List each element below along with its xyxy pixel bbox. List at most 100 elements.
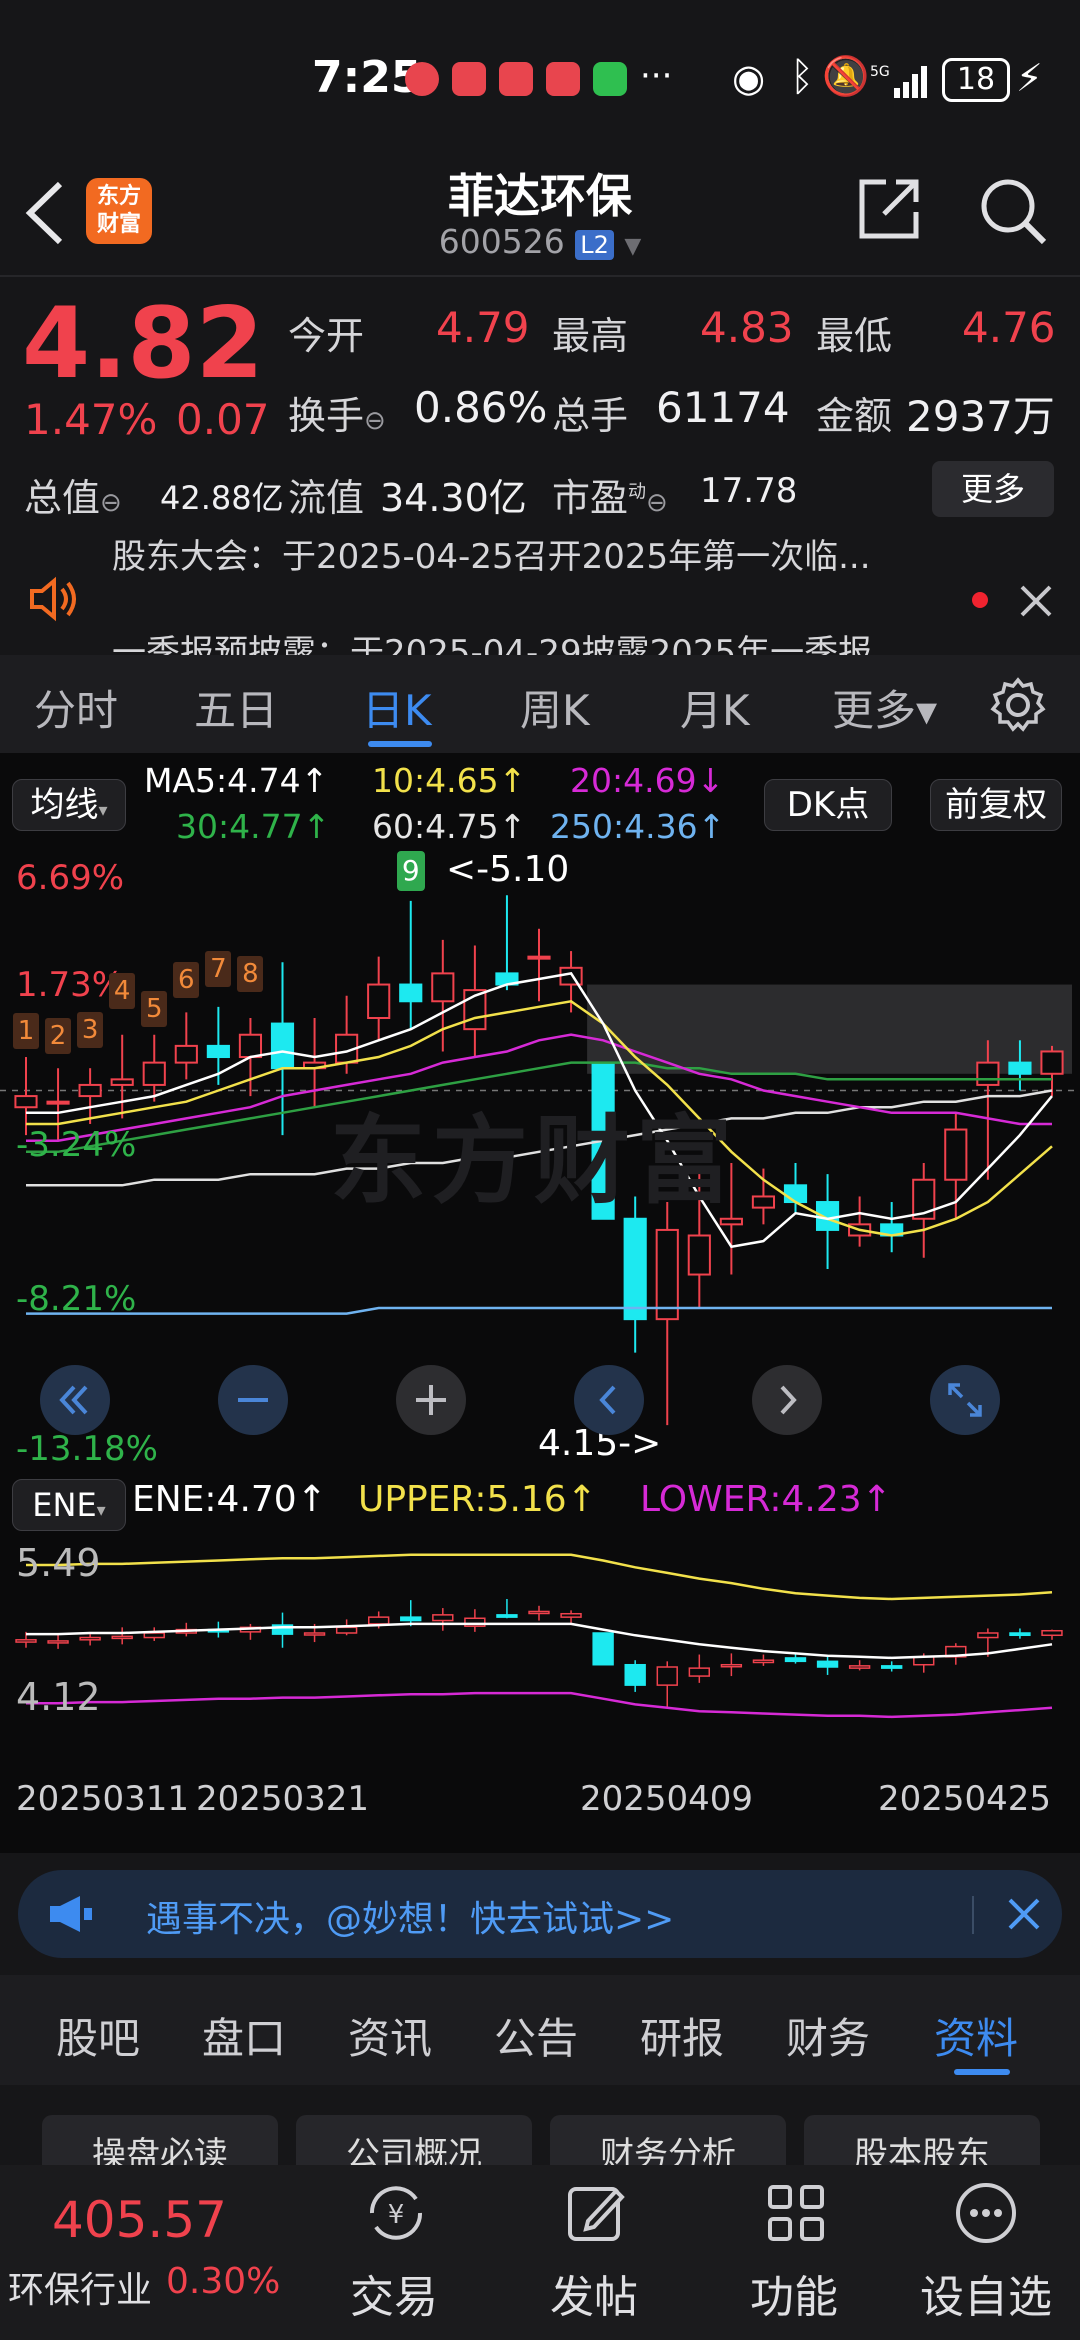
tab-announcements[interactable]: 公告 xyxy=(494,2005,578,2066)
tab-news[interactable]: 资讯 xyxy=(348,2005,432,2066)
change-amount: 0.07 xyxy=(176,395,270,444)
chart-settings-button[interactable] xyxy=(990,677,1046,733)
minus-icon xyxy=(238,1398,268,1402)
next-button[interactable] xyxy=(752,1365,822,1435)
more-notifications-icon: ··· xyxy=(640,56,673,96)
wechat-icon xyxy=(593,62,627,96)
charging-icon: ⚡ xyxy=(1016,56,1043,100)
share-icon xyxy=(859,179,919,239)
ene-candle-body xyxy=(400,1616,422,1622)
candle-body xyxy=(527,955,551,960)
ene-candle-body xyxy=(720,1663,743,1668)
dk-point-button[interactable]: DK点 xyxy=(764,779,892,831)
market-cap-label: 总值⊖ xyxy=(24,476,122,520)
close-news-button[interactable] xyxy=(1016,581,1056,621)
high-label: 最高 xyxy=(552,314,629,358)
candle-body xyxy=(655,1228,679,1321)
post-button[interactable]: 发帖 xyxy=(510,2165,680,2340)
axis-label-middle: -3.24% xyxy=(16,1125,137,1165)
td-signal-number: 3 xyxy=(77,1012,104,1049)
info-icon[interactable]: ⊖ xyxy=(364,406,386,436)
amount-label: 金额 xyxy=(816,394,893,438)
tab-weekly-k[interactable]: 周K xyxy=(520,677,590,738)
ene-candle-body xyxy=(688,1667,711,1677)
ma-selector-button[interactable]: 均线▾ xyxy=(12,779,126,831)
grid-icon xyxy=(768,2185,824,2241)
industry-index-change: 0.30% xyxy=(166,2261,281,2302)
news-line[interactable]: 股东大会：于2025-04-25召开2025年第一次临... xyxy=(112,537,871,578)
sub-button-financial-analysis[interactable]: 财务分析 xyxy=(550,2115,786,2165)
tab-research[interactable]: 研报 xyxy=(640,2005,724,2066)
tab-timeshare[interactable]: 分时 xyxy=(34,677,118,738)
tab-more[interactable]: 更多▾ xyxy=(832,677,937,738)
tab-orderbook[interactable]: 盘口 xyxy=(202,2005,286,2066)
more-button[interactable]: 更多 xyxy=(932,461,1054,517)
industry-index-name: 环保行业 xyxy=(8,2270,153,2311)
ad-divider xyxy=(972,1896,974,1934)
news-line[interactable]: 一季报预披露：于2025-04-29披露2025年一季报 xyxy=(112,625,872,655)
amount-value: 2937万 xyxy=(906,392,1055,441)
close-icon xyxy=(1008,1898,1040,1930)
float-cap-label: 流值 xyxy=(288,476,365,520)
functions-label: 功能 xyxy=(750,2272,838,2323)
ene-candle-body xyxy=(143,1632,165,1639)
pe-label: 市盈动⊖ xyxy=(552,476,668,520)
candle-body xyxy=(1008,1061,1032,1075)
lower-value: LOWER:4.23↑ xyxy=(640,1479,892,1520)
bluetooth-icon: ᛒ xyxy=(790,54,814,100)
tab-finance[interactable]: 财务 xyxy=(786,2005,870,2066)
current-price: 4.82 xyxy=(22,287,264,401)
info-icon[interactable]: ⊖ xyxy=(646,488,668,518)
candle-body xyxy=(399,983,423,1003)
ene-candle-body xyxy=(15,1639,37,1643)
signal-icon: 5G xyxy=(870,62,934,98)
functions-button[interactable]: 功能 xyxy=(710,2165,880,2340)
volume-value: 61174 xyxy=(656,383,790,432)
level2-badge: L2 xyxy=(575,230,614,260)
ad-text[interactable]: 遇事不决，@妙想！快去试试>> xyxy=(146,1890,674,1942)
ene-candle-body xyxy=(1041,1629,1063,1637)
trade-button[interactable]: ¥ 交易 xyxy=(310,2165,480,2340)
prev-button[interactable] xyxy=(574,1365,644,1435)
sub-button-company-overview[interactable]: 公司概况 xyxy=(296,2115,532,2165)
info-tabs: 股吧 盘口 资讯 公告 研报 财务 资料 xyxy=(0,1975,1080,2085)
close-ad-button[interactable] xyxy=(1004,1894,1044,1934)
tab-profile[interactable]: 资料 xyxy=(934,2005,1018,2066)
status-bar: 7:25 ··· ◉ ᛒ 🔕 5G 18 ⚡ xyxy=(0,0,1080,160)
tab-forum[interactable]: 股吧 xyxy=(56,2005,140,2066)
open-label: 今开 xyxy=(288,314,365,358)
ene-candle-body xyxy=(624,1663,646,1686)
search-button[interactable] xyxy=(978,176,1048,246)
turnover-label: 换手⊖ xyxy=(288,394,386,438)
ene-indicator-chart[interactable] xyxy=(0,1538,1080,1728)
add-watchlist-button[interactable]: 设自选 xyxy=(890,2165,1080,2340)
ad-banner[interactable]: 遇事不决，@妙想！快去试试>> xyxy=(18,1870,1062,1958)
candle-body xyxy=(367,983,391,1020)
float-cap-value: 34.30亿 xyxy=(380,476,527,520)
battery-icon: 18 xyxy=(942,58,1010,102)
tab-monthly-k[interactable]: 月K xyxy=(680,677,750,738)
industry-index-widget[interactable]: 405.57 环保行业 0.30% xyxy=(0,2165,290,2340)
ma30-value: 30:4.77↑ xyxy=(176,807,331,846)
info-icon[interactable]: ⊖ xyxy=(100,488,122,518)
app-notification-icon xyxy=(452,62,486,96)
chevron-left-icon xyxy=(599,1385,616,1415)
indicator-selector-button[interactable]: ENE▾ xyxy=(12,1479,126,1531)
app-notification-icon xyxy=(405,62,439,96)
tab-daily-k[interactable]: 日K xyxy=(362,677,432,738)
ene-candle-body xyxy=(880,1665,903,1669)
volume-label: 总手 xyxy=(552,394,629,438)
ma20-value: 20:4.69↓ xyxy=(570,761,725,800)
news-ticker[interactable]: 股东大会：于2025-04-25召开2025年第一次临... 一季报预披露：于2… xyxy=(0,537,1080,655)
sub-button-must-read[interactable]: 操盘必读 xyxy=(42,2115,278,2165)
zoom-out-button[interactable] xyxy=(218,1365,288,1435)
share-button[interactable] xyxy=(856,176,922,242)
zoom-in-button[interactable] xyxy=(396,1365,466,1435)
tab-five-day[interactable]: 五日 xyxy=(194,677,278,738)
adjust-price-button[interactable]: 前复权 xyxy=(930,779,1062,831)
fast-back-button[interactable] xyxy=(40,1365,110,1435)
sub-button-shareholders[interactable]: 股本股东 xyxy=(804,2115,1040,2165)
ene-candle-body xyxy=(560,1612,582,1618)
fullscreen-button[interactable] xyxy=(930,1365,1000,1435)
ene-candle-body xyxy=(656,1666,678,1686)
